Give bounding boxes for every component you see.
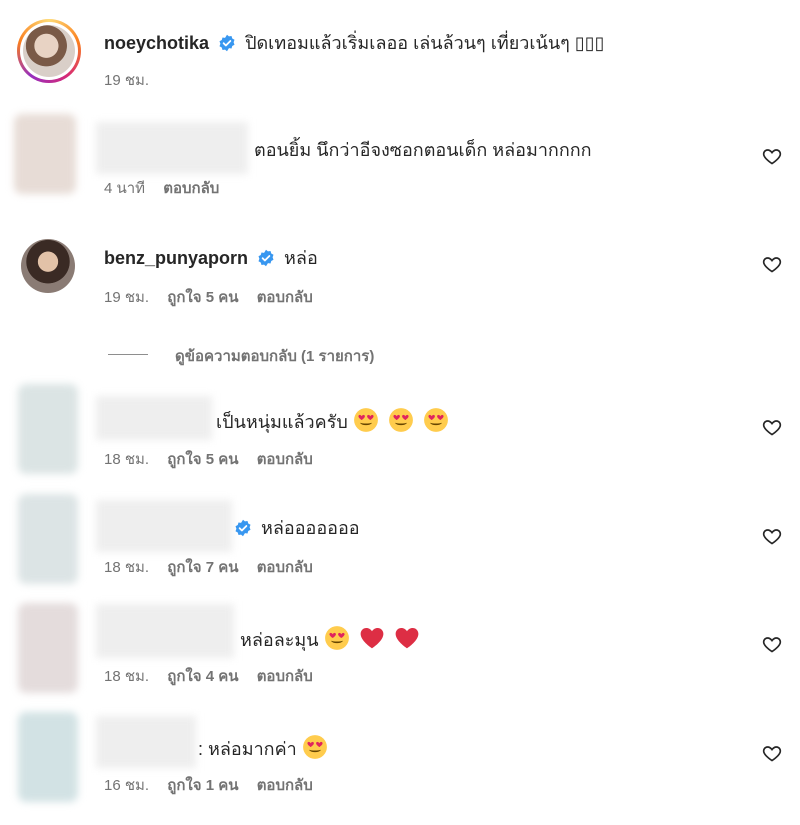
post-meta: 19 ชม.	[104, 71, 163, 91]
comment-line: benz_punyaporn หล่อ	[104, 246, 318, 270]
comment-time: 18 ชม.	[104, 668, 150, 685]
comment-time: 19 ชม.	[104, 289, 150, 306]
avatar[interactable]	[18, 712, 78, 802]
reply-button[interactable]: ตอบกลับ	[257, 289, 313, 306]
comment-time: 4 นาที	[104, 180, 146, 197]
comment-time: 16 ชม.	[104, 777, 150, 794]
like-heart-icon[interactable]	[762, 743, 782, 763]
likes-count[interactable]: ถูกใจ 5 คน	[167, 289, 238, 306]
comment-line: หล่อละมุน	[240, 625, 424, 652]
comment-meta: 4 นาที ตอบกลับ	[104, 179, 233, 199]
avatar[interactable]	[18, 384, 78, 474]
reply-button[interactable]: ตอบกลับ	[163, 180, 219, 197]
avatar[interactable]	[18, 603, 78, 693]
post-caption-tail: ▯▯▯	[574, 33, 605, 53]
like-heart-icon[interactable]	[762, 526, 782, 546]
comment-meta: 18 ชม. ถูกใจ 4 คน ตอบกลับ	[104, 667, 327, 687]
comment-meta: 19 ชม. ถูกใจ 5 คน ตอบกลับ	[104, 288, 327, 308]
reply-button[interactable]: ตอบกลับ	[257, 777, 313, 794]
view-replies-line	[108, 354, 148, 355]
heart-eyes-emoji	[388, 408, 413, 432]
comment-text: : หล่อมากค่า	[198, 739, 297, 759]
post-time: 19 ชม.	[104, 72, 150, 89]
red-heart-emoji	[395, 628, 418, 649]
comment-username[interactable]: benz_punyaporn	[104, 248, 248, 268]
likes-count[interactable]: ถูกใจ 5 คน	[167, 451, 238, 468]
comment-text: หล่อออออออ	[261, 518, 360, 538]
comment-line: เป็นหนุ่มแล้วครับ	[216, 407, 453, 434]
likes-count[interactable]: ถูกใจ 4 คน	[167, 668, 238, 685]
comment-time: 18 ชม.	[104, 559, 150, 576]
view-replies-button[interactable]: ดูข้อความตอบกลับ (1 รายการ)	[175, 344, 374, 368]
heart-eyes-emoji	[324, 626, 349, 650]
post-username[interactable]: noeychotika	[104, 33, 209, 53]
heart-eyes-emoji	[423, 408, 448, 432]
avatar[interactable]	[14, 114, 76, 194]
username-redacted	[96, 396, 212, 440]
heart-eyes-emoji	[302, 735, 327, 759]
likes-count[interactable]: ถูกใจ 1 คน	[167, 777, 238, 794]
username-redacted	[96, 122, 248, 174]
reply-button[interactable]: ตอบกลับ	[257, 668, 313, 685]
comment-text: หล่อละมุน	[240, 630, 319, 650]
red-heart-emoji	[360, 628, 383, 649]
username-redacted	[96, 604, 234, 658]
comment-text: หล่อ	[284, 248, 318, 268]
like-heart-icon[interactable]	[762, 634, 782, 654]
post-caption: ปิดเทอมแล้วเริ่มเลออ เล่นล้วนๆ เที่ยวเน้…	[245, 33, 570, 53]
like-heart-icon[interactable]	[762, 146, 782, 166]
comment-meta: 18 ชม. ถูกใจ 7 คน ตอบกลับ	[104, 558, 327, 578]
heart-eyes-emoji	[353, 408, 378, 432]
reply-button[interactable]: ตอบกลับ	[257, 451, 313, 468]
comment-text: ตอนยิ้ม นึกว่าอีจงซอกตอนเด็ก หล่อมากกกก	[254, 140, 592, 160]
comment-line: หล่อออออออ	[234, 516, 360, 540]
reply-button[interactable]: ตอบกลับ	[257, 559, 313, 576]
comment-meta: 18 ชม. ถูกใจ 5 คน ตอบกลับ	[104, 450, 327, 470]
post-author-avatar[interactable]	[17, 19, 81, 83]
verified-badge-icon	[219, 34, 235, 52]
likes-count[interactable]: ถูกใจ 7 คน	[167, 559, 238, 576]
verified-badge-icon	[235, 519, 251, 537]
comment-meta: 16 ชม. ถูกใจ 1 คน ตอบกลับ	[104, 776, 327, 796]
post-caption-line: noeychotika ปิดเทอมแล้วเริ่มเลออ เล่นล้ว…	[104, 31, 605, 55]
username-redacted	[96, 716, 196, 768]
comment-text: เป็นหนุ่มแล้วครับ	[216, 412, 348, 432]
like-heart-icon[interactable]	[762, 417, 782, 437]
comment-time: 18 ชม.	[104, 451, 150, 468]
verified-badge-icon	[258, 249, 274, 267]
avatar[interactable]	[18, 494, 78, 584]
username-redacted	[96, 500, 232, 552]
avatar[interactable]	[21, 239, 75, 293]
comment-line: : หล่อมากค่า	[198, 734, 332, 761]
like-heart-icon[interactable]	[762, 254, 782, 274]
